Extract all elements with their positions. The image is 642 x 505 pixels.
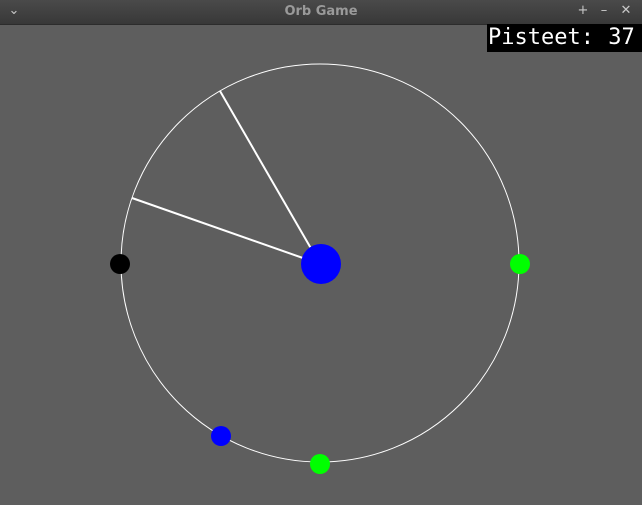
orb-blue-bottom[interactable] bbox=[211, 426, 231, 446]
orb-black[interactable] bbox=[110, 254, 130, 274]
score-display: Pisteet: 37 bbox=[487, 24, 642, 52]
orb-green-bottom[interactable] bbox=[310, 454, 330, 474]
title-bar[interactable]: ⌄ Orb Game + – ✕ bbox=[0, 0, 642, 25]
close-icon: ✕ bbox=[620, 3, 632, 18]
player-orb[interactable] bbox=[301, 244, 341, 284]
minus-icon: – bbox=[600, 3, 608, 18]
orb-green-right[interactable] bbox=[510, 254, 530, 274]
keep-above-button[interactable]: + bbox=[575, 3, 591, 19]
aim-line-upper bbox=[219, 90, 321, 265]
score-value: 37 bbox=[608, 25, 635, 50]
window-title: Orb Game bbox=[284, 4, 358, 19]
game-window: ⌄ Orb Game + – ✕ Pisteet: 37 bbox=[0, 0, 642, 505]
close-button[interactable]: ✕ bbox=[618, 3, 634, 19]
game-canvas[interactable] bbox=[0, 24, 642, 505]
score-label: Pisteet: bbox=[488, 25, 594, 50]
minimize-button[interactable]: – bbox=[596, 3, 612, 19]
aim-line-left bbox=[131, 197, 321, 265]
plus-icon: + bbox=[577, 3, 589, 18]
